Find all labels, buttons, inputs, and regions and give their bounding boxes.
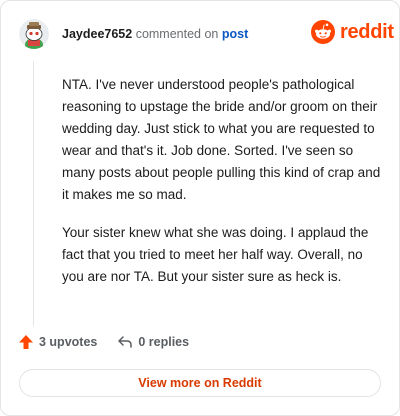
reply-arrow-icon [118,336,133,348]
post-link[interactable]: post [222,27,248,41]
comment-header: Jaydee7652 commented on post [62,26,248,42]
replies-button[interactable]: 0 replies [117,334,189,350]
upvotes-button[interactable]: 3 upvotes [18,334,97,350]
reddit-logo[interactable]: reddit [311,20,394,44]
upvote-arrow-icon [19,335,33,349]
replies-count: 0 replies [138,335,190,349]
upvotes-count: 3 upvotes [39,335,98,349]
comment-actions: 3 upvotes 0 replies [18,334,189,350]
embedded-comment-card: Jaydee7652 commented on post reddit NTA.… [0,0,400,416]
comment-paragraph-2: Your sister knew what she was doing. I a… [62,225,369,284]
reddit-wordmark: reddit [340,21,394,43]
username-link[interactable]: Jaydee7652 [62,27,132,41]
avatar[interactable] [19,19,49,49]
view-more-on-reddit-button[interactable]: View more on Reddit [19,369,381,397]
snoo-avatar-icon [19,19,49,49]
commented-on-label: commented on [135,27,219,41]
reddit-snoo-icon [311,20,335,44]
comment-paragraph-1: NTA. I've never understood people's path… [62,77,381,202]
comment-body: NTA. I've never understood people's path… [62,74,384,304]
thread-line [33,61,34,326]
